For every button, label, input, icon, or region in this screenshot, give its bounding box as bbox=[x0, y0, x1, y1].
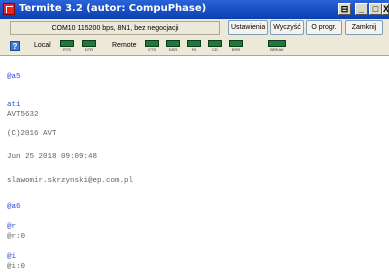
led-rts-lamp bbox=[60, 40, 74, 47]
led-ri-lamp bbox=[187, 40, 201, 47]
terminal-output[interactable]: @a5 ati AVT5632 (C)2016 AVT Jun 25 2018 09:0… bbox=[0, 56, 389, 278]
led-dtr-lamp bbox=[82, 40, 96, 47]
led-err-label: ERR bbox=[231, 47, 241, 52]
led-cd: CD bbox=[208, 40, 222, 52]
led-cd-lamp bbox=[208, 40, 222, 47]
sent-line: @r bbox=[7, 223, 17, 231]
led-cd-label: CD bbox=[212, 47, 218, 52]
sent-line: @a6 bbox=[7, 203, 21, 211]
led-break-lamp bbox=[268, 40, 286, 47]
led-dsr-lamp bbox=[166, 40, 180, 47]
received-line: Jun 25 2018 09:09:48 bbox=[7, 153, 98, 161]
close-app-button[interactable]: Zamknij bbox=[345, 20, 383, 35]
clear-button[interactable]: Wyczyść bbox=[270, 20, 304, 35]
received-line: (C)2016 AVT bbox=[7, 130, 57, 138]
led-dtr-label: DTR bbox=[84, 47, 94, 52]
port-settings-display[interactable]: COM10 115200 bps, 8N1, bez negocjacji bbox=[10, 21, 220, 35]
received-line: @i:0 bbox=[7, 263, 26, 271]
toolbar: COM10 115200 bps, 8N1, bez negocjacji Us… bbox=[0, 19, 389, 37]
received-line: @r:0 bbox=[7, 233, 26, 241]
local-label: Local bbox=[34, 42, 51, 49]
led-ri: RI bbox=[187, 40, 201, 52]
received-line: AVT5632 bbox=[7, 111, 39, 119]
led-dsr-label: DSR bbox=[168, 47, 178, 52]
remote-label: Remote bbox=[112, 42, 137, 49]
about-button[interactable]: O progr. bbox=[306, 20, 342, 35]
received-line: slawomir.skrzynski@ep.com.pl bbox=[7, 177, 134, 185]
led-dtr[interactable]: DTR bbox=[82, 40, 96, 52]
led-cts: CTS bbox=[145, 40, 159, 52]
settings-button[interactable]: Ustawienia bbox=[228, 20, 268, 35]
help-icon[interactable]: ? bbox=[10, 41, 20, 51]
led-ri-label: RI bbox=[192, 47, 196, 52]
maximize-button[interactable]: □ bbox=[369, 3, 382, 15]
sent-line: ati bbox=[7, 101, 21, 109]
sent-line: @i bbox=[7, 253, 17, 261]
minimize-button[interactable]: _ bbox=[355, 3, 368, 15]
termite-window: Termite 3.2 (autor: CompuPhase) ⊟ _ □ X … bbox=[0, 0, 389, 278]
led-err-lamp bbox=[229, 40, 243, 47]
title-bar[interactable]: Termite 3.2 (autor: CompuPhase) ⊟ _ □ X bbox=[0, 0, 389, 19]
led-cts-lamp bbox=[145, 40, 159, 47]
led-cts-label: CTS bbox=[148, 47, 156, 52]
led-rts[interactable]: RTS bbox=[60, 40, 74, 52]
led-rts-label: RTS bbox=[63, 47, 71, 52]
sent-line: @a5 bbox=[7, 73, 21, 81]
app-icon bbox=[3, 3, 15, 15]
led-err: ERR bbox=[229, 40, 243, 52]
signal-status-bar: ? Local RTS DTR Remote CTS DSR RI CD ERR… bbox=[0, 37, 389, 56]
window-title: Termite 3.2 (autor: CompuPhase) bbox=[19, 3, 207, 14]
led-dsr: DSR bbox=[166, 40, 180, 52]
close-button[interactable]: X bbox=[382, 3, 389, 15]
led-break-label: BREAK bbox=[270, 47, 284, 52]
led-break[interactable]: BREAK bbox=[268, 40, 286, 52]
pin-icon[interactable]: ⊟ bbox=[338, 3, 351, 15]
